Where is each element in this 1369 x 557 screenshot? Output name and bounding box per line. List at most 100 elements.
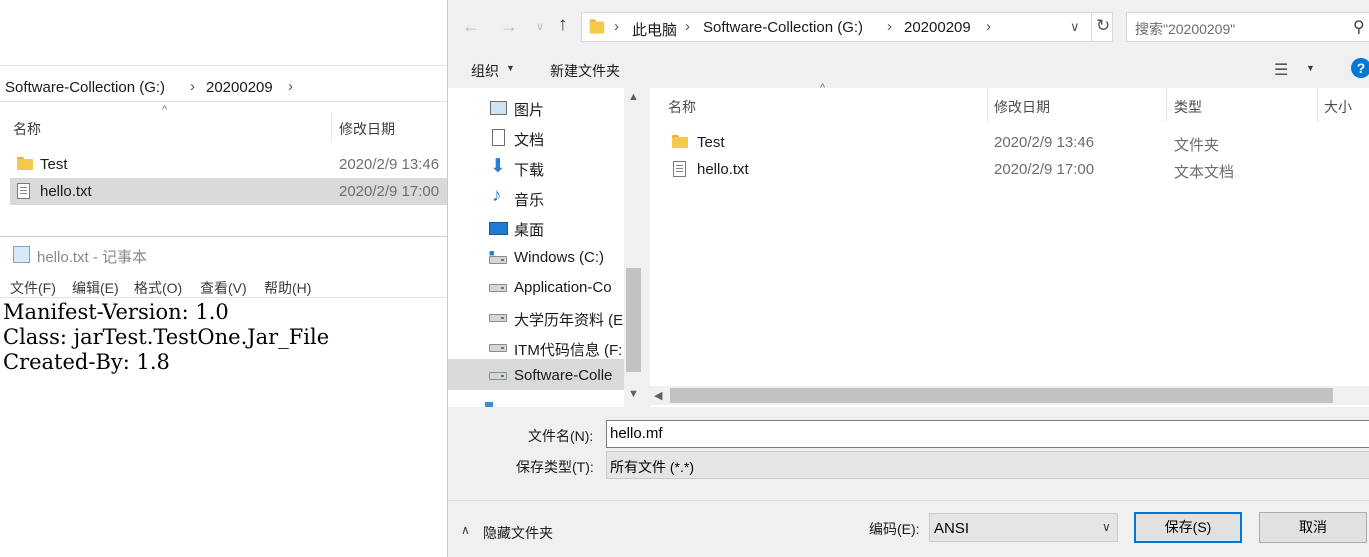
column-header-modified[interactable]: 修改日期 [994,97,1050,117]
file-row-hello-txt[interactable]: hello.txt 2020/2/9 17:00 [10,178,447,205]
sort-ascending-icon: ^ [162,104,168,116]
folder-icon [17,157,33,170]
forward-arrow-icon[interactable]: → [500,16,518,37]
filename-input[interactable]: hello.mf [606,420,1369,448]
scroll-up-icon[interactable]: ▲ [628,91,639,103]
address-separator-icon: › [614,18,619,35]
breadcrumb-chevron-icon[interactable]: › [288,78,293,95]
background-explorer-window: Software-Collection (G:) › 20200209 › ^ … [0,0,447,236]
navigation-list: 图片 文档 ⬇ 下载 ♪ 音乐 桌面 ■ Windows (C:) Applic… [448,88,624,407]
cancel-button[interactable]: 取消 [1259,512,1367,543]
nav-item-university-drive[interactable]: 大学历年资料 (E: [448,303,624,333]
address-drive[interactable]: Software-Collection (G:) [703,19,863,36]
menu-help[interactable]: 帮助(H) [264,278,311,298]
nav-item-music[interactable]: ♪ 音乐 [448,183,624,213]
file-list-pane: ^ 名称 修改日期 类型 大小 Test 2020/2/9 13:46 文件夹 … [650,82,1369,407]
nav-scrollbar[interactable]: ▲ ▼ [624,88,643,407]
nav-label: 文档 [514,132,545,149]
back-arrow-icon[interactable]: ← [462,16,480,37]
drive-icon [489,284,507,292]
divider [448,500,1369,501]
drive-icon [489,372,507,380]
encoding-select[interactable]: ANSI ∨ [929,513,1118,542]
menu-file[interactable]: 文件(F) [10,278,56,298]
drive-icon [489,344,507,352]
savetype-select[interactable]: 所有文件 (*.*) [606,451,1369,479]
column-divider[interactable] [331,112,332,142]
notepad-window: hello.txt - 记事本 文件(F) 编辑(E) 格式(O) 查看(V) … [0,236,447,557]
file-row-test[interactable]: Test 2020/2/9 13:46 文件夹 [650,130,1369,156]
scroll-left-icon[interactable]: ◀ [654,389,662,402]
hide-folders-button[interactable]: 隐藏文件夹 [483,523,553,543]
save-button[interactable]: 保存(S) [1134,512,1242,543]
folder-icon [672,135,688,148]
menu-view[interactable]: 查看(V) [200,278,247,298]
up-arrow-icon[interactable]: ↑ [558,14,568,36]
refresh-icon[interactable]: ↻ [1096,16,1110,36]
breadcrumb-folder[interactable]: 20200209 [206,79,273,96]
column-header-type[interactable]: 类型 [1174,97,1202,117]
search-icon[interactable]: ⚲ [1353,17,1365,37]
nav-label: 图片 [514,102,545,119]
text-editor[interactable]: Manifest-Version: 1.0 Class: jarTest.Tes… [0,297,447,557]
new-folder-button[interactable]: 新建文件夹 [550,61,620,81]
address-separator-icon: › [685,18,690,35]
file-name: hello.txt [40,183,92,200]
nav-label: ITM代码信息 (F: [514,342,623,359]
scroll-down-icon[interactable]: ▼ [628,388,639,400]
chevron-up-icon[interactable]: ∧ [461,523,470,537]
address-this-pc[interactable]: 此电脑 [632,19,677,40]
nav-item-software-drive[interactable]: Software-Colle [448,359,624,390]
view-options-icon[interactable]: ☰ [1274,60,1288,80]
file-type: 文件夹 [1174,137,1220,154]
nav-item-desktop[interactable]: 桌面 [448,213,624,243]
nav-label: 大学历年资料 (E: [514,312,624,329]
address-folder[interactable]: 20200209 [904,19,971,36]
file-row-test[interactable]: Test 2020/2/9 13:46 [10,151,447,177]
nav-item-pictures[interactable]: 图片 [448,93,624,123]
column-header-modified[interactable]: 修改日期 [339,119,395,139]
filename-label: 文件名(N): [528,428,594,444]
sort-ascending-icon: ^ [820,82,826,94]
nav-label: 桌面 [514,222,545,239]
recent-locations-chevron-icon[interactable]: ∨ [536,20,544,33]
drive-icon [489,314,507,322]
save-as-dialog: ← → ∨ ↑ › 此电脑 › Software-Collection (G:)… [447,0,1369,557]
folder-icon [589,19,605,34]
column-divider[interactable] [1166,88,1167,122]
nav-item-documents[interactable]: 文档 [448,123,624,153]
address-dropdown-icon[interactable]: ∨ [1070,19,1080,35]
nav-item-windows-drive[interactable]: ■ Windows (C:) [448,243,624,273]
file-row-hello-txt[interactable]: hello.txt 2020/2/9 17:00 文本文档 [650,157,1369,183]
column-header-name[interactable]: 名称 [668,97,696,117]
nav-item-downloads[interactable]: ⬇ 下载 [448,153,624,183]
nav-label: 下载 [514,162,545,179]
menu-format[interactable]: 格式(O) [134,278,182,298]
search-input[interactable]: 搜索"20200209" ⚲ [1126,12,1369,42]
nav-item-application-drive[interactable]: Application-Co [448,273,624,303]
organize-button[interactable]: 组织 [471,61,499,81]
nav-scrollbar-thumb[interactable] [626,268,641,372]
column-header-size[interactable]: 大小 [1324,97,1352,117]
file-pane-horizontal-scrollbar[interactable]: ◀ [650,386,1369,405]
column-divider[interactable] [1317,88,1318,122]
file-modified: 2020/2/9 13:46 [994,134,1095,151]
breadcrumb[interactable]: Software-Collection (G:) › 20200209 › [0,74,447,102]
menu-edit[interactable]: 编辑(E) [72,278,119,298]
help-icon[interactable]: ? [1351,58,1369,78]
music-icon: ♪ [492,185,502,206]
column-divider[interactable] [987,88,988,122]
text-file-icon [17,183,30,199]
organize-dropdown-icon[interactable]: ▼ [506,63,515,73]
breadcrumb-drive[interactable]: Software-Collection (G:) [5,79,165,96]
column-header-name[interactable]: 名称 [13,119,41,139]
encoding-label: 编码(E): [869,521,920,537]
text-line: Class: jarTest.TestOne.Jar_File [3,325,330,349]
view-dropdown-icon[interactable]: ▼ [1306,63,1315,73]
horizontal-scrollbar-thumb[interactable] [670,388,1333,403]
explorer-toolbar-area [0,0,447,66]
chevron-down-icon: ∨ [1102,520,1111,534]
file-modified: 2020/2/9 17:00 [994,161,1095,178]
text-line: Created-By: 1.8 [3,350,170,374]
address-bar[interactable]: › 此电脑 › Software-Collection (G:) › 20200… [581,12,1113,42]
